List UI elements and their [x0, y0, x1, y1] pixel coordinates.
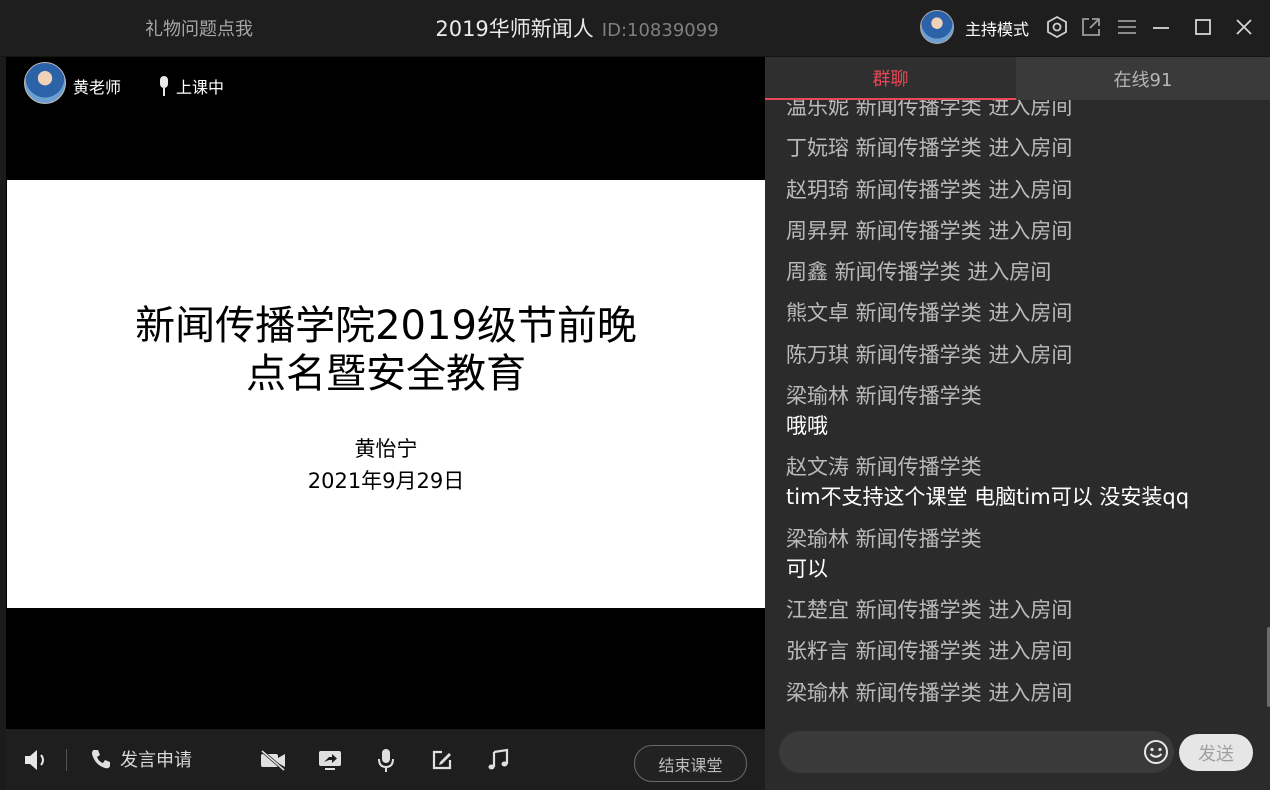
- class-status-badge: 上课中: [158, 74, 224, 98]
- list-item: 丁妧瑢 新闻传播学类 进入房间: [786, 136, 1073, 161]
- message-content: 可以: [786, 556, 828, 581]
- list-item: 张籽言 新闻传播学类 进入房间: [786, 639, 1073, 664]
- title-bar: 礼物问题点我 2019华师新闻人 ID:10839099 主持模式: [0, 0, 1270, 57]
- slide-title-line-2: 点名暨安全教育: [246, 351, 526, 397]
- message-sender: 赵文涛 新闻传播学类: [786, 455, 982, 480]
- screen-share-icon[interactable]: [316, 746, 344, 774]
- list-item: 温乐妮 新闻传播学类 进入房间: [786, 100, 1073, 119]
- slide-title: 新闻传播学院2019级节前晚 点名暨安全教育: [7, 302, 765, 398]
- slide-date: 2021年9月29日: [307, 469, 465, 493]
- message-sender: 梁瑜林 新闻传播学类: [786, 384, 982, 409]
- end-class-button[interactable]: 结束课堂: [634, 745, 747, 782]
- toolbar-divider: [66, 749, 67, 771]
- menu-icon[interactable]: [1114, 14, 1140, 40]
- list-item: 江楚宜 新闻传播学类 进入房间: [786, 597, 1073, 622]
- speak-request-button[interactable]: 发言申请: [90, 746, 192, 772]
- whiteboard-edit-icon[interactable]: [428, 746, 456, 774]
- microphone-toggle-icon[interactable]: [372, 746, 400, 774]
- phone-icon: [92, 750, 110, 769]
- emoji-icon[interactable]: [1143, 739, 1169, 765]
- room-id: ID:10839099: [601, 20, 719, 41]
- host-avatar[interactable]: [920, 10, 954, 44]
- external-window-icon[interactable]: [1078, 14, 1104, 40]
- classroom-stage: 黄老师 上课中 新闻传播学院2019级节前晚 点名暨安全教育 黄怡宁 2021年…: [6, 57, 765, 729]
- tab-online-users[interactable]: 在线91: [1016, 57, 1270, 100]
- settings-icon[interactable]: [1044, 14, 1070, 40]
- teacher-avatar[interactable]: [24, 62, 66, 104]
- presentation-slide: 新闻传播学院2019级节前晚 点名暨安全教育 黄怡宁 2021年9月29日: [7, 180, 765, 608]
- music-icon[interactable]: [484, 746, 512, 774]
- message-content: 哦哦: [786, 414, 828, 439]
- tab-group-chat[interactable]: 群聊: [765, 57, 1016, 100]
- chat-tabs: 群聊 在线91: [765, 57, 1270, 100]
- list-item: 陈万琪 新闻传播学类 进入房间: [786, 342, 1073, 367]
- room-name: 2019华师新闻人: [435, 17, 594, 41]
- list-item: 熊文卓 新闻传播学类 进入房间: [786, 301, 1073, 326]
- list-item: 梁瑜林 新闻传播学类 进入房间: [786, 680, 1073, 705]
- class-status-label: 上课中: [176, 78, 225, 97]
- teacher-name: 黄老师: [73, 78, 122, 97]
- minimize-icon[interactable]: [1148, 14, 1174, 40]
- message-sender: 梁瑜林 新闻传播学类: [786, 526, 982, 551]
- bottom-toolbar: 发言申请 结束课堂: [6, 729, 765, 790]
- list-item: 周鑫 新闻传播学类 进入房间: [786, 260, 1052, 285]
- chat-message-list[interactable]: 温乐妮 新闻传播学类 进入房间 丁妧瑢 新闻传播学类 进入房间 赵玥琦 新闻传播…: [765, 100, 1265, 725]
- chat-input[interactable]: [779, 731, 1174, 773]
- slide-author: 黄怡宁: [354, 437, 418, 461]
- camera-off-icon[interactable]: [259, 746, 287, 774]
- list-item: 赵玥琦 新闻传播学类 进入房间: [786, 177, 1073, 202]
- chat-panel: 群聊 在线91 温乐妮 新闻传播学类 进入房间 丁妧瑢 新闻传播学类 进入房间 …: [765, 57, 1270, 790]
- list-item: 周昇昇 新闻传播学类 进入房间: [786, 218, 1073, 243]
- slide-title-line-1: 新闻传播学院2019级节前晚: [135, 303, 637, 349]
- message-content: tim不支持这个课堂 电脑tim可以 没安装qq: [786, 485, 1190, 510]
- close-icon[interactable]: [1231, 14, 1257, 40]
- send-button[interactable]: 发送: [1179, 734, 1253, 771]
- chat-messages: 温乐妮 新闻传播学类 进入房间 丁妧瑢 新闻传播学类 进入房间 赵玥琦 新闻传播…: [786, 100, 1189, 719]
- microphone-icon: [160, 76, 168, 96]
- speaker-volume-icon[interactable]: [22, 746, 50, 774]
- host-mode-label[interactable]: 主持模式: [965, 16, 1029, 40]
- speak-request-label: 发言申请: [120, 750, 192, 771]
- maximize-icon[interactable]: [1190, 14, 1216, 40]
